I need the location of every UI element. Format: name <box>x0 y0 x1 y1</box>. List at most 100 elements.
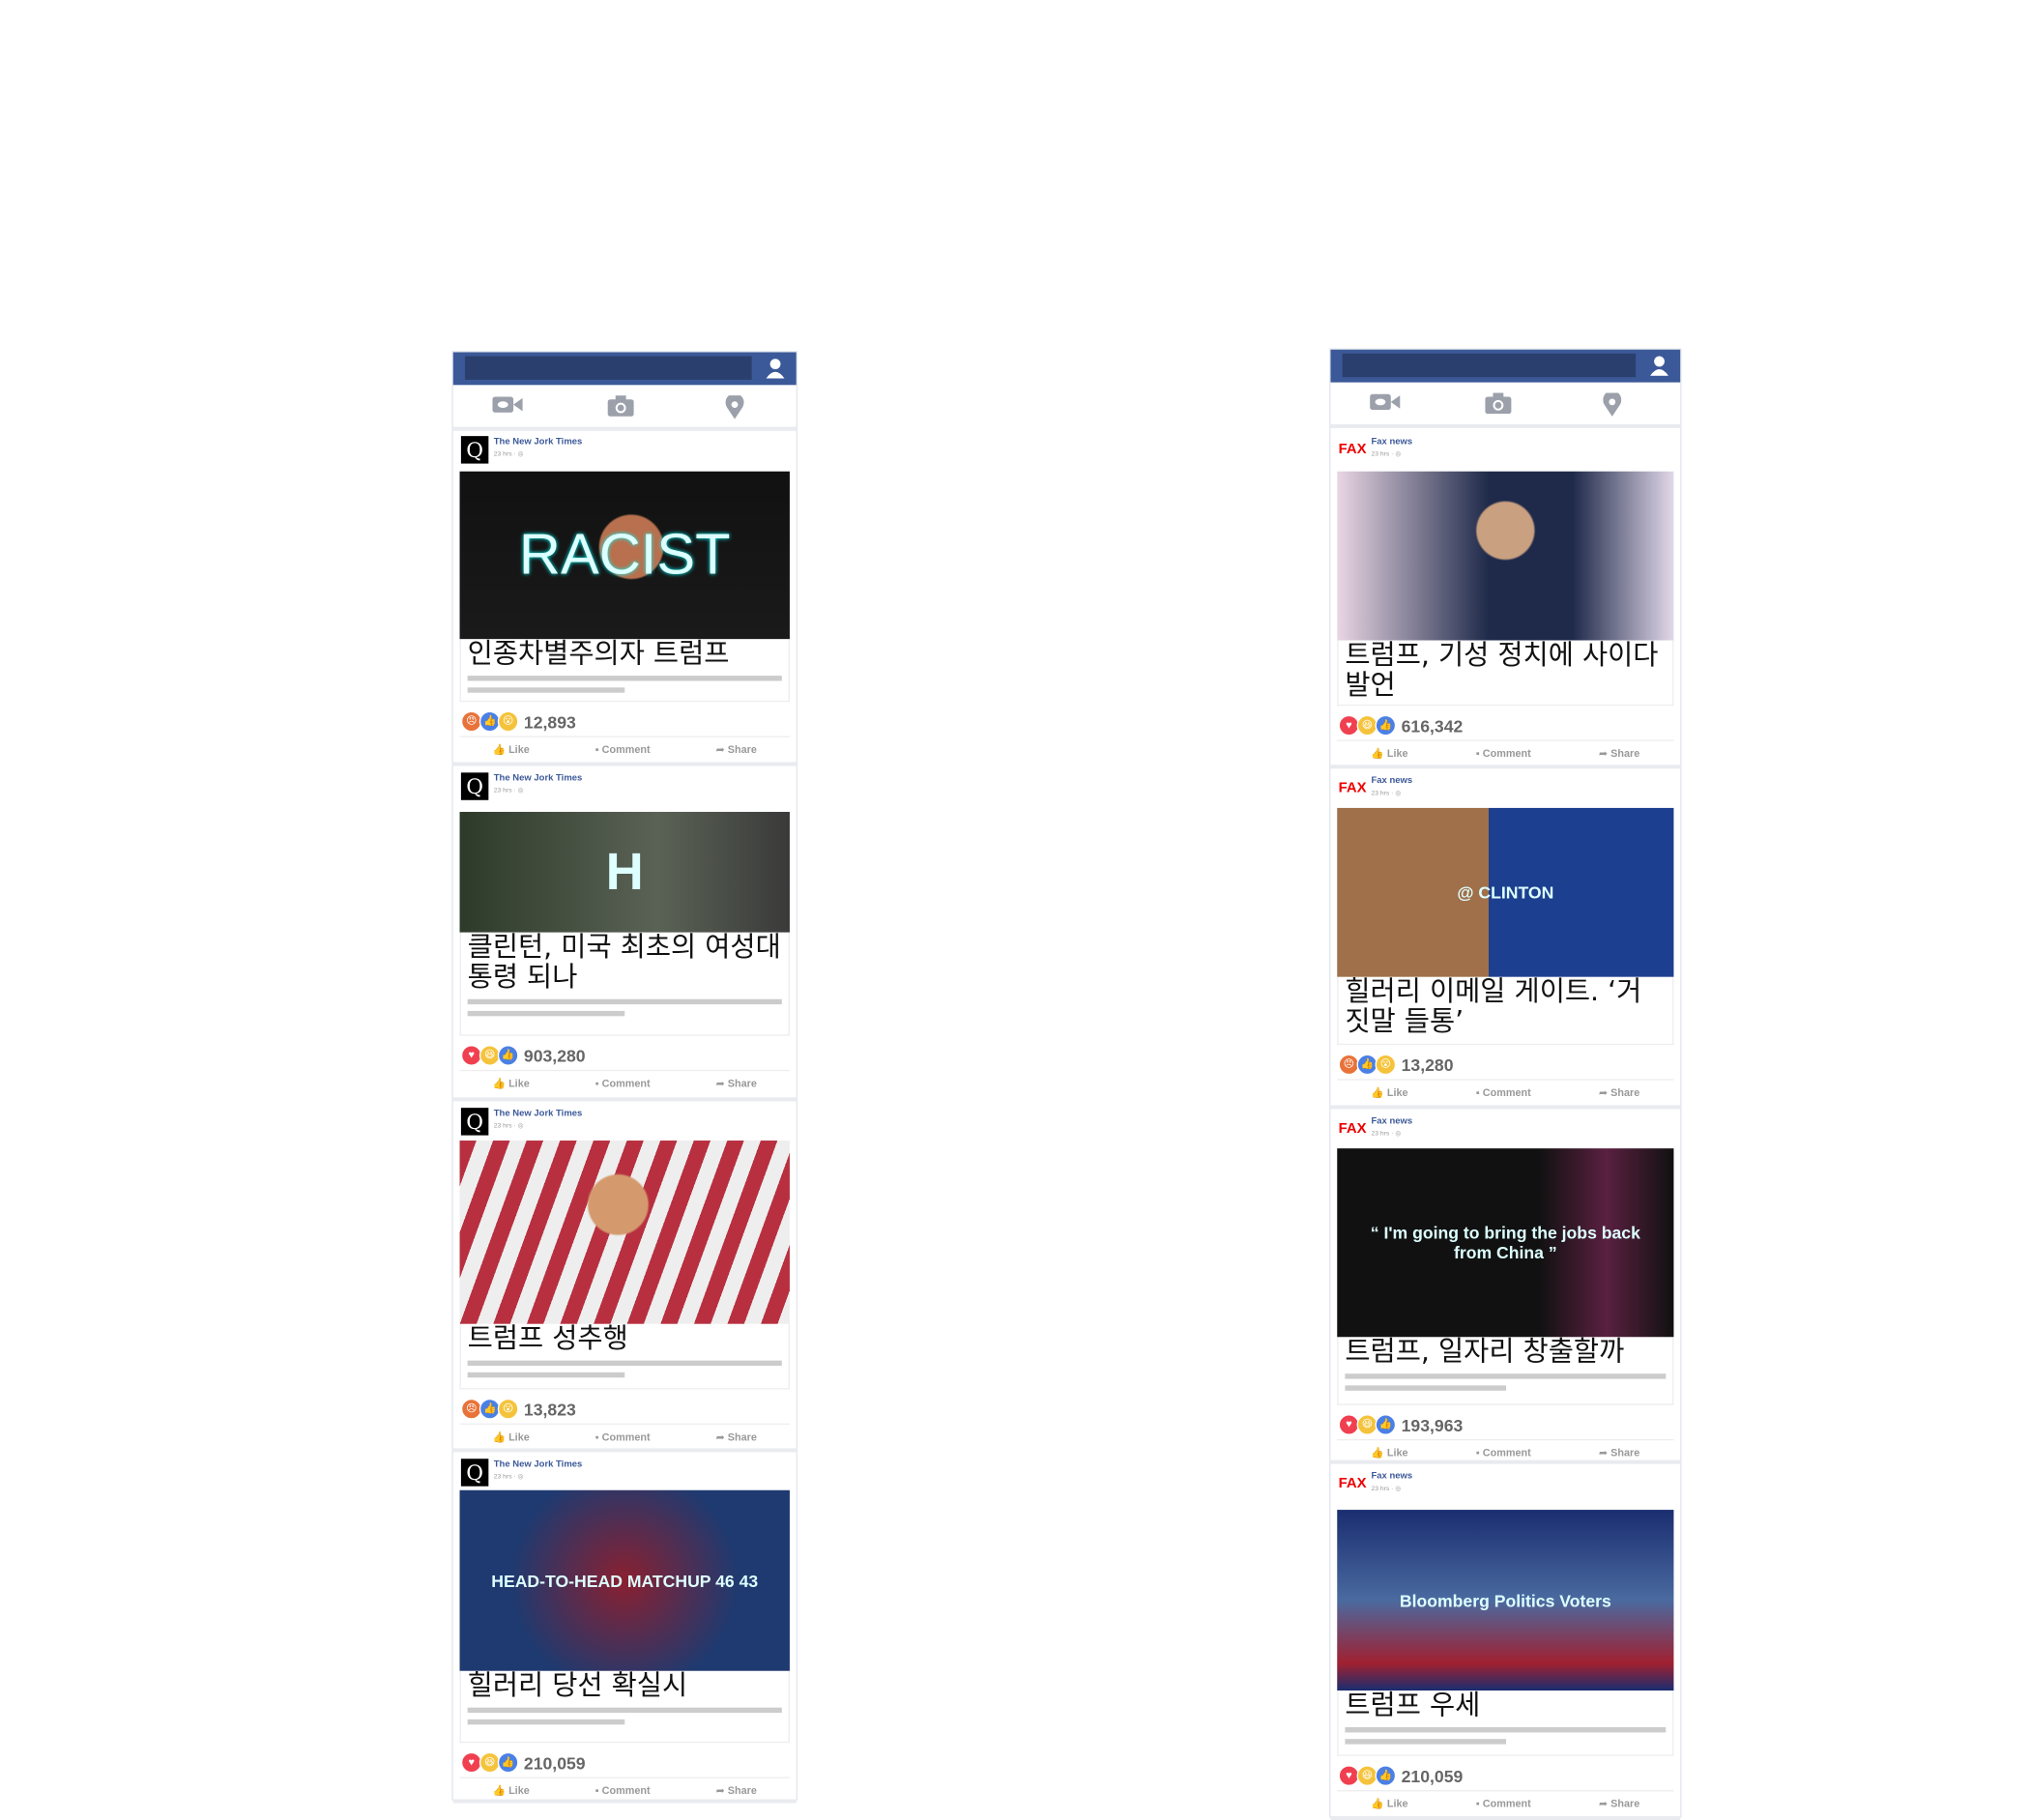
comment-button[interactable]: ▪ Comment <box>1476 1086 1531 1098</box>
post-image[interactable]: H <box>459 811 790 933</box>
reaction-count[interactable]: 193,963 <box>1402 1415 1464 1434</box>
publisher-name[interactable]: The New Jork Times <box>494 438 583 447</box>
publisher-name[interactable]: Fax news <box>1371 1472 1412 1481</box>
share-button[interactable]: ➦ Share <box>1599 1797 1639 1808</box>
publisher-logo[interactable]: FAX <box>1339 1476 1367 1491</box>
reaction-count[interactable]: 210,059 <box>524 1752 586 1772</box>
headline-box[interactable]: 인종차별주의자 트럼프 <box>459 638 790 703</box>
share-button[interactable]: ➦ Share <box>1599 747 1639 759</box>
camera-icon[interactable] <box>607 395 634 422</box>
headline[interactable]: 힐러리 당선 확실시 <box>468 1670 782 1701</box>
publisher-logo[interactable]: Q <box>460 772 489 800</box>
post-image[interactable]: Bloomberg Politics Voters <box>1337 1510 1674 1691</box>
comment-button[interactable]: ▪ Comment <box>595 1077 651 1088</box>
user-profile-icon[interactable] <box>766 358 785 379</box>
share-icon: ➦ <box>1599 1085 1611 1098</box>
reaction-count[interactable]: 903,280 <box>524 1046 586 1065</box>
publisher-name[interactable]: The New Jork Times <box>494 774 583 783</box>
headline[interactable]: 트럼프, 기성 정치에 사이다 발언 <box>1345 640 1666 700</box>
headline-box[interactable]: 트럼프 우세 <box>1337 1690 1674 1756</box>
location-pin-icon[interactable] <box>1603 390 1622 422</box>
like-button[interactable]: 👍 Like <box>1371 747 1407 759</box>
comment-button[interactable]: ▪ Comment <box>595 1430 651 1442</box>
reaction-count[interactable]: 13,280 <box>1402 1054 1454 1074</box>
publisher-logo[interactable]: FAX <box>1339 1121 1367 1137</box>
share-button[interactable]: ➦ Share <box>716 1430 757 1442</box>
location-pin-icon[interactable] <box>725 392 744 425</box>
headline-box[interactable]: 힐러리 이메일 게이트. ‘거짓말 들통’ <box>1337 976 1674 1046</box>
headline[interactable]: 인종차별주의자 트럼프 <box>468 638 782 669</box>
reaction-count[interactable]: 616,342 <box>1402 715 1464 735</box>
video-camera-icon[interactable] <box>492 395 524 420</box>
publisher-name[interactable]: The New Jork Times <box>494 1110 583 1118</box>
headline[interactable]: 트럼프, 일자리 창출할까 <box>1345 1337 1666 1367</box>
post-image[interactable]: @ CLINTON <box>1337 807 1674 977</box>
like-button[interactable]: 👍 Like <box>1371 1446 1407 1458</box>
like-button[interactable]: 👍 Like <box>493 1784 530 1796</box>
publisher-logo[interactable]: FAX <box>1339 780 1367 795</box>
post-image[interactable] <box>1337 471 1674 641</box>
share-button[interactable]: ➦ Share <box>1599 1446 1639 1458</box>
like-button[interactable]: 👍 Like <box>493 1077 530 1088</box>
publisher-name[interactable]: Fax news <box>1371 776 1412 785</box>
like-button[interactable]: 👍 Like <box>1371 1797 1407 1808</box>
share-button[interactable]: ➦ Share <box>716 1784 757 1796</box>
like-button[interactable]: 👍 Like <box>493 1430 530 1442</box>
publisher-name[interactable]: Fax news <box>1371 438 1412 447</box>
text-placeholder-bar <box>467 1719 625 1725</box>
camera-icon[interactable] <box>1485 392 1512 419</box>
publisher-logo[interactable]: Q <box>460 436 489 464</box>
comment-button[interactable]: ▪ Comment <box>595 1784 651 1796</box>
search-bar[interactable] <box>464 356 752 380</box>
reaction-summary[interactable]: ♥ 😆 👍 210,059 <box>453 1748 797 1777</box>
like-icon: 👍 <box>492 1783 509 1797</box>
reaction-count[interactable]: 210,059 <box>1402 1766 1464 1785</box>
like-label: Like <box>1386 1797 1408 1809</box>
reaction-summary[interactable]: ♥ 😆 👍 193,963 <box>1330 1410 1680 1439</box>
image-caption-text: “ I'm going to bring the jobs back from … <box>1370 1223 1640 1263</box>
reaction-summary[interactable]: ♥ 😆 👍 903,280 <box>453 1041 797 1070</box>
headline-box[interactable]: 클린턴, 미국 최초의 여성대통령 되나 <box>459 932 790 1036</box>
comment-button[interactable]: ▪ Comment <box>1476 1446 1531 1458</box>
headline-box[interactable]: 힐러리 당선 확실시 <box>459 1670 790 1744</box>
reaction-summary[interactable]: ♥ 😆 👍 616,342 <box>1330 711 1680 740</box>
post-image[interactable] <box>459 1141 790 1324</box>
comment-icon: ▪ <box>594 1783 602 1797</box>
comment-button[interactable]: ▪ Comment <box>1476 1797 1531 1808</box>
post-image[interactable]: RACIST <box>459 471 790 640</box>
headline[interactable]: 힐러리 이메일 게이트. ‘거짓말 들통’ <box>1345 976 1666 1037</box>
publisher-name[interactable]: Fax news <box>1371 1117 1412 1126</box>
post-image[interactable]: “ I'm going to bring the jobs back from … <box>1337 1148 1674 1338</box>
image-caption-text: RACIST <box>518 522 731 587</box>
user-profile-icon[interactable] <box>1650 355 1669 376</box>
publisher-logo[interactable]: Q <box>460 1108 489 1136</box>
headline-box[interactable]: 트럼프, 기성 정치에 사이다 발언 <box>1337 640 1674 707</box>
video-camera-icon[interactable] <box>1370 392 1402 418</box>
share-button[interactable]: ➦ Share <box>716 1077 757 1088</box>
share-button[interactable]: ➦ Share <box>716 743 757 755</box>
like-reaction-icon: 👍 <box>497 1045 519 1066</box>
reaction-summary[interactable]: 😠 👍 😮 12,893 <box>453 708 797 737</box>
reaction-count[interactable]: 13,823 <box>524 1400 576 1419</box>
publisher-logo[interactable]: FAX <box>1339 442 1367 457</box>
headline[interactable]: 트럼프 성추행 <box>468 1323 782 1354</box>
reaction-summary[interactable]: ♥ 😆 👍 210,059 <box>1330 1761 1680 1790</box>
publisher-name[interactable]: The New Jork Times <box>494 1460 583 1469</box>
publisher-logo[interactable]: Q <box>460 1459 489 1487</box>
like-button[interactable]: 👍 Like <box>1371 1086 1407 1098</box>
reaction-summary[interactable]: 😠 👍 😮 13,280 <box>1330 1051 1680 1080</box>
comment-button[interactable]: ▪ Comment <box>595 743 651 755</box>
headline[interactable]: 클린턴, 미국 최초의 여성대통령 되나 <box>468 932 782 993</box>
post-actions: 👍 Like ▪ Comment ➦ Share <box>1337 1438 1674 1464</box>
headline-box[interactable]: 트럼프, 일자리 창출할까 <box>1337 1337 1674 1405</box>
search-bar[interactable] <box>1342 353 1637 378</box>
share-button[interactable]: ➦ Share <box>1599 1086 1639 1098</box>
wow-reaction-icon: 😮 <box>497 710 519 733</box>
post-image[interactable]: HEAD-TO-HEAD MATCHUP 46 43 <box>459 1489 790 1671</box>
headline-box[interactable]: 트럼프 성추행 <box>459 1323 790 1390</box>
headline[interactable]: 트럼프 우세 <box>1345 1690 1666 1720</box>
reaction-summary[interactable]: 😠 👍 😮 13,823 <box>453 1395 797 1424</box>
reaction-count[interactable]: 12,893 <box>524 711 576 731</box>
like-button[interactable]: 👍 Like <box>493 743 530 755</box>
comment-button[interactable]: ▪ Comment <box>1476 747 1531 759</box>
